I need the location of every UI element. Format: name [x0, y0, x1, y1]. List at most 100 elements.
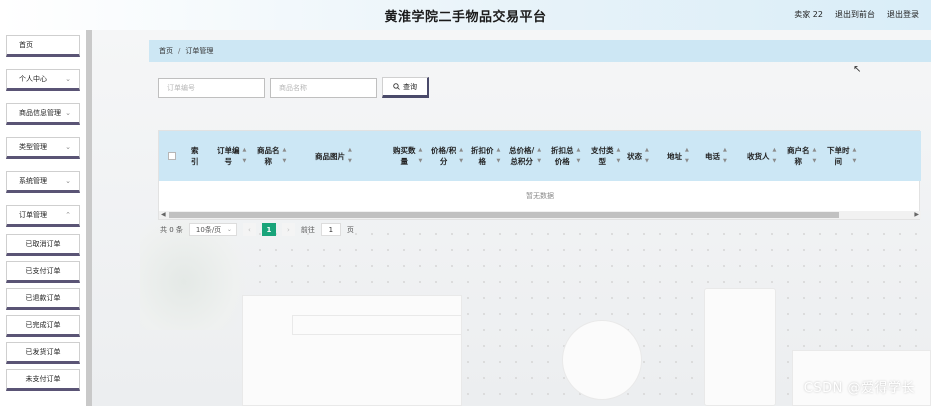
column-header-label: 电话	[705, 151, 720, 161]
query-button-label: 查询	[403, 82, 417, 91]
column-header-discount-price[interactable]: 折扣价 格 ▲ ▼	[471, 131, 500, 181]
column-header-merchant-name[interactable]: 商户名 称 ▲ ▼	[787, 131, 816, 181]
sidebar-item-label: 商品信息管理	[19, 109, 61, 117]
column-header-label: 商品名 称	[257, 146, 280, 166]
column-header-label: 总价格/ 总积分	[509, 146, 535, 166]
column-header-payment-type[interactable]: 支付类 型 ▲ ▼	[591, 131, 620, 181]
chevron-down-icon: ⌄	[65, 143, 71, 151]
header-actions: 卖家 22 退出到前台 退出登录	[794, 9, 919, 20]
column-header-receiver[interactable]: 收货人 ▲ ▼	[747, 131, 776, 181]
sidebar-subitem-label: 已完成订单	[25, 321, 61, 329]
column-header-order-time[interactable]: 下单时 间 ▲ ▼	[827, 131, 856, 181]
sort-icon[interactable]: ▲ ▼	[685, 145, 689, 167]
sort-icon[interactable]: ▲ ▼	[419, 145, 423, 167]
mouse-cursor-icon: ↖	[853, 64, 862, 75]
column-header-label: 折扣总 价格	[551, 146, 574, 166]
watermark: CSDN @爱得学长	[803, 381, 915, 396]
column-header-order-number[interactable]: 订单编 号 ▲ ▼	[217, 131, 246, 181]
sidebar-item-product-management[interactable]: 商品信息管理 ⌄	[6, 103, 80, 125]
column-header-label: 索 引	[191, 146, 199, 166]
column-header-product-name[interactable]: 商品名 称 ▲ ▼	[257, 131, 286, 181]
column-header-quantity[interactable]: 购买数 量 ▲ ▼	[393, 131, 422, 181]
query-button[interactable]: 查询	[382, 77, 429, 98]
sidebar-item-type-management[interactable]: 类型管理 ⌄	[6, 137, 80, 159]
sidebar-item-profile[interactable]: 个人中心 ⌄	[6, 69, 80, 91]
goto-page-input[interactable]	[320, 223, 341, 236]
column-header-discount-total[interactable]: 折扣总 价格 ▲ ▼	[551, 131, 580, 181]
chevron-down-icon: ⌄	[226, 226, 232, 233]
sidebar-subitem-label: 已取消订单	[25, 240, 61, 248]
order-number-input[interactable]	[158, 77, 265, 98]
column-header-index[interactable]: 索 引	[191, 131, 199, 181]
prev-page-button[interactable]: ‹	[242, 223, 256, 236]
sort-icon[interactable]: ▲ ▼	[773, 145, 777, 167]
column-header-status[interactable]: 状态 ▲ ▼	[627, 131, 649, 181]
horizontal-scrollbar[interactable]: ◀ ▶	[159, 211, 921, 219]
column-header-product-image[interactable]: 商品图片 ▲ ▼	[315, 131, 352, 181]
search-icon	[393, 83, 400, 90]
scrollbar-thumb[interactable]	[169, 212, 839, 218]
product-name-input[interactable]	[270, 77, 377, 98]
sidebar-subitem-label: 已发货订单	[25, 348, 61, 356]
column-header-label: 收货人	[747, 151, 770, 161]
column-header-label: 购买数 量	[393, 146, 416, 166]
total-count: 共 0 条	[160, 225, 183, 234]
search-bar: 查询	[158, 77, 429, 98]
sort-icon[interactable]: ▲ ▼	[577, 145, 581, 167]
logout-link[interactable]: 退出登录	[887, 9, 919, 20]
column-header-phone[interactable]: 电话 ▲ ▼	[705, 131, 727, 181]
breadcrumb-home[interactable]: 首页	[159, 46, 173, 56]
sidebar-subitem-completed-orders[interactable]: 已完成订单	[6, 315, 80, 337]
back-to-front-link[interactable]: 退出到前台	[835, 9, 875, 20]
sort-icon[interactable]: ▲ ▼	[813, 145, 817, 167]
sidebar-item-label: 订单管理	[19, 211, 47, 219]
sort-icon[interactable]: ▲ ▼	[537, 145, 541, 167]
top-header: 黄淮学院二手物品交易平台 卖家 22 退出到前台 退出登录	[0, 0, 931, 30]
sort-icon[interactable]: ▲ ▼	[853, 145, 857, 167]
sidebar-subitem-unpaid-orders[interactable]: 未支付订单	[6, 369, 80, 391]
column-header-price[interactable]: 价格/积 分 ▲ ▼	[431, 131, 463, 181]
sidebar-item-system-management[interactable]: 系统管理 ⌄	[6, 171, 80, 193]
scroll-left-icon[interactable]: ◀	[161, 211, 166, 219]
sort-icon[interactable]: ▲ ▼	[243, 145, 247, 167]
chevron-down-icon: ⌄	[65, 109, 71, 117]
sort-icon[interactable]: ▲ ▼	[645, 145, 649, 167]
sort-icon[interactable]: ▲ ▼	[723, 145, 727, 167]
sort-icon[interactable]: ▲ ▼	[497, 145, 501, 167]
page-size-select[interactable]: 10条/页 ⌄	[188, 223, 237, 236]
sort-icon[interactable]: ▲ ▼	[459, 145, 463, 167]
column-header-label: 商户名 称	[787, 146, 810, 166]
goto-suffix: 页	[346, 225, 354, 234]
page-size-value: 10条/页	[195, 225, 222, 234]
sidebar-subitem-refunded-orders[interactable]: 已退款订单	[6, 288, 80, 310]
breadcrumb: 首页 / 订单管理	[149, 40, 931, 62]
select-all-checkbox[interactable]	[168, 152, 176, 160]
scroll-right-icon[interactable]: ▶	[914, 211, 919, 219]
chevron-up-icon: ⌃	[65, 211, 71, 219]
sidebar-subitem-shipped-orders[interactable]: 已发货订单	[6, 342, 80, 364]
page-number-button[interactable]: 1	[261, 223, 276, 236]
sidebar-item-order-management[interactable]: 订单管理 ⌃	[6, 205, 80, 227]
table-empty-text: 暂无数据	[526, 192, 554, 200]
sort-icon[interactable]: ▲ ▼	[348, 145, 352, 167]
sidebar-subitem-paid-orders[interactable]: 已支付订单	[6, 261, 80, 283]
column-header-label: 价格/积 分	[431, 146, 457, 166]
pagination: 共 0 条 10条/页 ⌄ ‹ 1 › 前往 页	[160, 223, 354, 236]
column-header-label: 状态	[627, 151, 642, 161]
sidebar-subitem-cancelled-orders[interactable]: 已取消订单	[6, 234, 80, 256]
column-header-label: 下单时 间	[827, 146, 850, 166]
column-header-label: 折扣价 格	[471, 146, 494, 166]
next-page-button[interactable]: ›	[281, 223, 295, 236]
column-header-total-price[interactable]: 总价格/ 总积分 ▲ ▼	[509, 131, 541, 181]
current-user: 卖家 22	[794, 10, 823, 19]
background-tape-decoration	[562, 320, 642, 400]
sort-icon[interactable]: ▲ ▼	[283, 145, 287, 167]
sidebar-subitem-label: 已退款订单	[25, 294, 61, 302]
sort-icon[interactable]: ▲ ▼	[617, 145, 621, 167]
table-header: 索 引 订单编 号 ▲ ▼ 商品名 称 ▲ ▼ 商品图片 ▲ ▼ 购买数 量 ▲ ▼ 价格/积 …	[159, 131, 921, 181]
column-header-address[interactable]: 地址 ▲ ▼	[667, 131, 689, 181]
orders-table: 索 引 订单编 号 ▲ ▼ 商品名 称 ▲ ▼ 商品图片 ▲ ▼ 购买数 量 ▲ ▼ 价格/积 …	[158, 130, 921, 220]
sidebar-item-home[interactable]: 首页	[6, 35, 80, 57]
sidebar-item-label: 首页	[19, 41, 33, 49]
column-header-label: 地址	[667, 151, 682, 161]
